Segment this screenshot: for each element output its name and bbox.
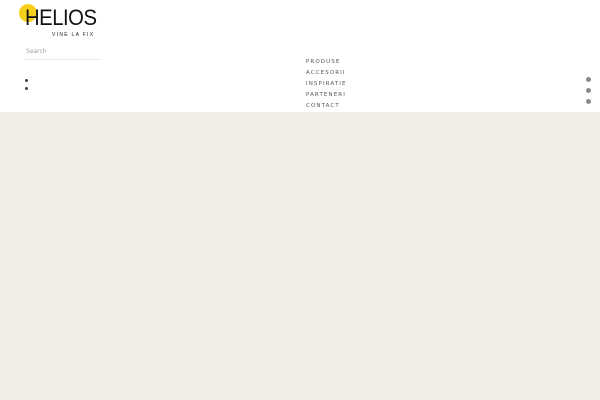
site-header: HELIOS VINE LA FIX PRODUSE ACCESORII INS… xyxy=(0,0,600,112)
menu-dot-icon[interactable] xyxy=(586,99,591,104)
bullet-icon xyxy=(25,87,28,90)
helios-logo[interactable]: HELIOS VINE LA FIX xyxy=(18,3,98,41)
nav-item-contact[interactable]: CONTACT xyxy=(306,101,347,112)
nav-item-parteneri[interactable]: PARTENERI xyxy=(306,90,347,101)
nav-item-inspiratie[interactable]: INSPIRATIE xyxy=(306,79,347,90)
main-content-area xyxy=(0,112,600,400)
nav-item-produse[interactable]: PRODUSE xyxy=(306,57,347,68)
main-nav: PRODUSE ACCESORII INSPIRATIE PARTENERI C… xyxy=(306,57,347,112)
menu-dot-icon[interactable] xyxy=(586,88,591,93)
logo-wordmark: HELIOS xyxy=(25,5,97,30)
menu-dot-icon[interactable] xyxy=(586,77,591,82)
search-input[interactable] xyxy=(24,43,101,60)
bullet-icon xyxy=(25,79,28,82)
nav-item-accesorii[interactable]: ACCESORII xyxy=(306,68,347,79)
logo-tagline: VINE LA FIX xyxy=(52,32,95,38)
